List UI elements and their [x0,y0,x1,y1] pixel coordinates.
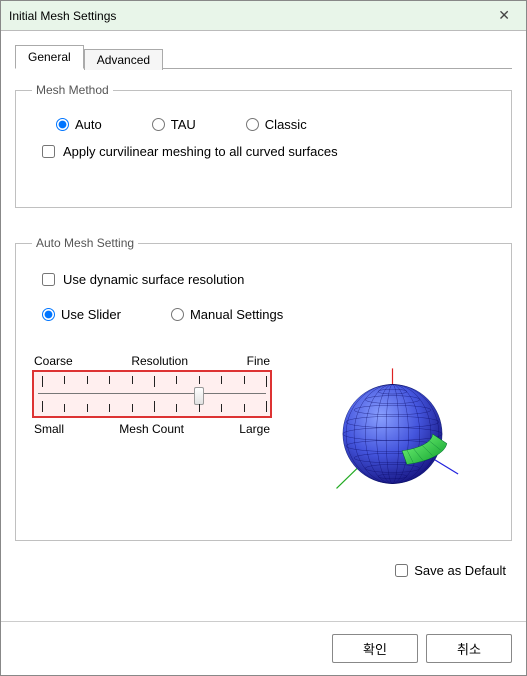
footer-row: Save as Default [15,563,512,586]
radio-use-slider[interactable]: Use Slider [42,307,121,322]
radio-classic-input[interactable] [246,118,259,131]
radio-auto-label: Auto [75,117,102,132]
check-dynamic-label: Use dynamic surface resolution [63,272,244,287]
radio-auto[interactable]: Auto [56,117,102,132]
radio-auto-input[interactable] [56,118,69,131]
radio-tau-input[interactable] [152,118,165,131]
check-save-default[interactable]: Save as Default [395,563,506,578]
dialog-window: Initial Mesh Settings ✕ General Advanced… [0,0,527,676]
check-dynamic[interactable] [42,273,55,286]
radio-use-slider-label: Use Slider [61,307,121,322]
check-curvilinear-row: Apply curvilinear meshing to all curved … [32,142,495,161]
tab-advanced[interactable]: Advanced [84,49,163,70]
radio-classic[interactable]: Classic [246,117,307,132]
radio-manual-label: Manual Settings [190,307,283,322]
group-mesh-method: Mesh Method Auto TAU Classic Apply curvi… [15,83,512,208]
cancel-button[interactable]: 취소 [426,634,512,663]
slider-track-line [38,393,266,394]
client-area: General Advanced Mesh Method Auto TAU Cl… [1,31,526,621]
slider-bot-left: Small [34,422,64,436]
button-bar: 확인 취소 [1,621,526,675]
auto-mesh-mode-row: Use Slider Manual Settings [32,301,495,332]
tab-strip: General Advanced [15,41,512,69]
slider-bot-right: Large [239,422,270,436]
check-curvilinear[interactable] [42,145,55,158]
slider-top-mid: Resolution [73,354,247,368]
radio-manual[interactable]: Manual Settings [171,307,283,322]
mesh-preview-svg [310,354,475,514]
radio-tau-label: TAU [171,117,196,132]
slider-ruler-bottom [38,400,266,412]
ok-button[interactable]: 확인 [332,634,418,663]
group-mesh-method-legend: Mesh Method [32,83,113,97]
group-auto-mesh-legend: Auto Mesh Setting [32,236,138,250]
slider-bot-mid: Mesh Count [64,422,239,436]
check-curvilinear-label: Apply curvilinear meshing to all curved … [63,144,338,159]
slider-track[interactable] [38,390,266,398]
close-icon[interactable]: ✕ [490,7,518,24]
slider-top-right: Fine [247,354,270,368]
radio-tau[interactable]: TAU [152,117,196,132]
radio-use-slider-input[interactable] [42,308,55,321]
sphere-icon [343,384,442,483]
slider-ruler-top [38,376,266,388]
titlebar: Initial Mesh Settings ✕ [1,1,526,31]
group-auto-mesh: Auto Mesh Setting Use dynamic surface re… [15,236,512,541]
slider-labels-top: Coarse Resolution Fine [32,354,272,370]
tab-general[interactable]: General [15,45,84,69]
mesh-preview [290,354,495,514]
radio-manual-input[interactable] [171,308,184,321]
slider-top-left: Coarse [34,354,73,368]
window-title: Initial Mesh Settings [9,9,490,23]
radio-classic-label: Classic [265,117,307,132]
check-save-default-label: Save as Default [414,563,506,578]
mesh-method-options: Auto TAU Classic [32,111,495,142]
slider-highlight-box [32,370,272,418]
slider-column: Coarse Resolution Fine Small [32,354,272,438]
check-dynamic-row: Use dynamic surface resolution [32,264,495,301]
slider-labels-bottom: Small Mesh Count Large [32,418,272,438]
slider-block: Coarse Resolution Fine Small [32,354,495,514]
check-save-default-input[interactable] [395,564,408,577]
